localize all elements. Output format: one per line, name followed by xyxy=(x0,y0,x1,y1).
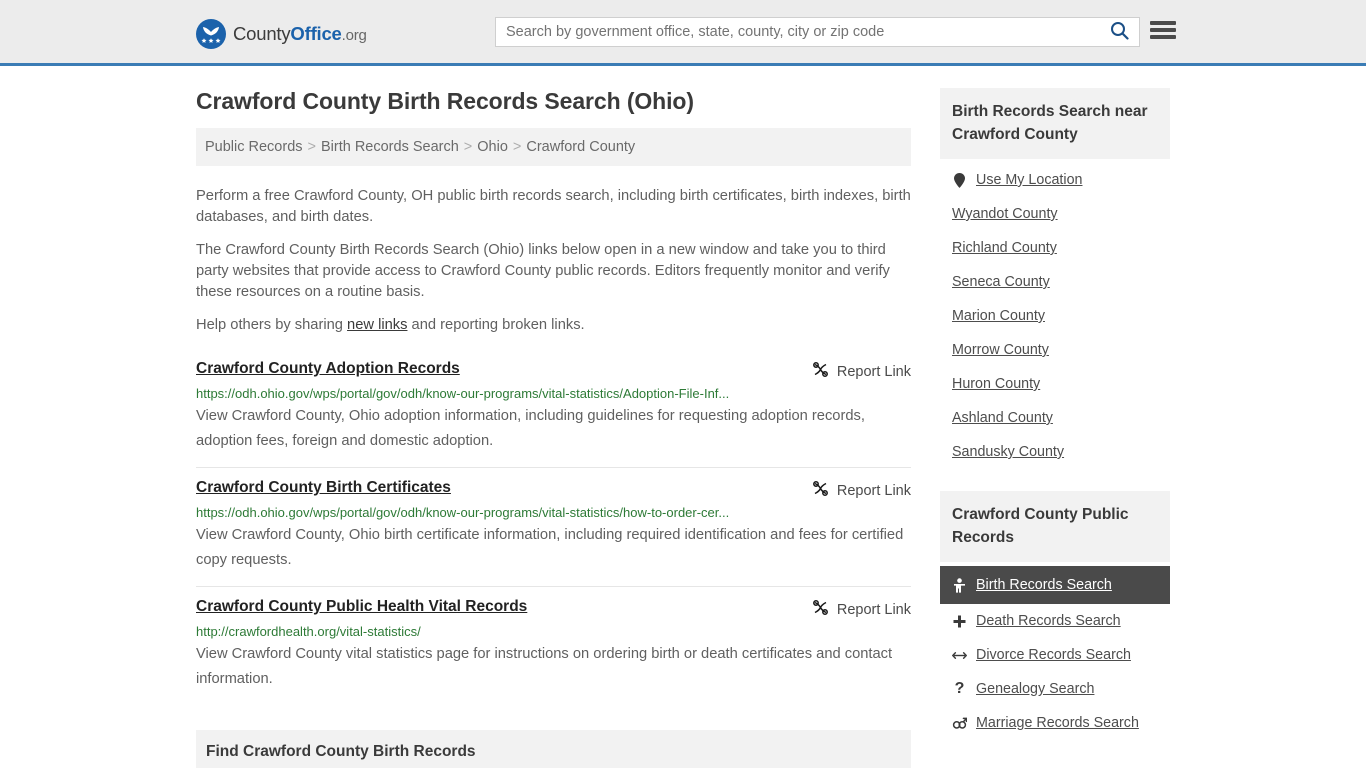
broken-link-icon xyxy=(812,599,829,620)
breadcrumb-item-crawford-county[interactable]: Crawford County xyxy=(526,139,635,155)
page-title: Crawford County Birth Records Search (Oh… xyxy=(196,88,694,114)
hamburger-menu-icon[interactable] xyxy=(1150,19,1176,41)
public-records-heading: Crawford County Public Records xyxy=(940,491,1170,562)
share-text-after: and reporting broken links. xyxy=(407,317,585,333)
report-link-button[interactable]: Report Link xyxy=(812,360,911,382)
sidebar-item-use-my-location[interactable]: Use My Location xyxy=(940,163,1170,197)
nearby-county-list: Use My Location Wyandot County Richland … xyxy=(940,159,1170,469)
report-link-label: Report Link xyxy=(836,601,911,618)
result-title-link[interactable]: Crawford County Birth Certificates xyxy=(196,479,451,497)
new-links-link[interactable]: new links xyxy=(347,317,407,333)
county-link[interactable]: Sandusky County xyxy=(952,444,1064,460)
infant-icon xyxy=(952,577,967,593)
search-button[interactable] xyxy=(1099,18,1139,46)
county-link[interactable]: Ashland County xyxy=(952,410,1053,426)
search-icon xyxy=(1110,21,1129,43)
result-item: Crawford County Birth Certificates Repor… xyxy=(196,467,911,586)
report-link-label: Report Link xyxy=(836,363,911,380)
result-title-link[interactable]: Crawford County Adoption Records xyxy=(196,360,460,378)
hamburger-bar xyxy=(1150,21,1176,25)
site-header: CountyOffice.org xyxy=(0,0,1366,66)
question-mark-icon: ? xyxy=(954,680,965,697)
report-link-button[interactable]: Report Link xyxy=(812,598,911,620)
intro-paragraph-1: Perform a free Crawford County, OH publi… xyxy=(196,188,911,225)
breadcrumb-separator: > xyxy=(512,139,522,155)
search-bar[interactable] xyxy=(495,17,1140,47)
logo-text-prefix: County xyxy=(233,23,291,44)
breadcrumb-item-birth-records-search[interactable]: Birth Records Search xyxy=(321,139,459,155)
sidebar-item-huron-county[interactable]: Huron County xyxy=(940,367,1170,401)
death-records-search-link[interactable]: Death Records Search xyxy=(976,613,1121,629)
sidebar-item-ashland-county[interactable]: Ashland County xyxy=(940,401,1170,435)
result-url: https://odh.ohio.gov/wps/portal/gov/odh/… xyxy=(196,505,730,520)
genealogy-search-link[interactable]: Genealogy Search xyxy=(976,681,1094,697)
sidebar-item-sandusky-county[interactable]: Sandusky County xyxy=(940,435,1170,469)
divorce-records-search-link[interactable]: Divorce Records Search xyxy=(976,647,1131,663)
search-input[interactable] xyxy=(496,18,1099,46)
county-office-emblem-icon xyxy=(196,19,226,49)
site-logo[interactable]: CountyOffice.org xyxy=(196,19,367,49)
county-link[interactable]: Richland County xyxy=(952,240,1057,256)
sidebar-item-birth-records-search[interactable]: Birth Records Search xyxy=(940,566,1170,604)
public-records-list: Birth Records Search Death Records Searc… xyxy=(940,562,1170,740)
logo-text-bold: Office xyxy=(290,23,342,44)
county-link[interactable]: Marion County xyxy=(952,308,1045,324)
use-my-location-link[interactable]: Use My Location xyxy=(976,172,1082,188)
main-content: Crawford County Birth Records Search (Oh… xyxy=(196,66,911,768)
page-container: Crawford County Birth Records Search (Oh… xyxy=(0,66,1366,768)
breadcrumb-separator: > xyxy=(463,139,473,155)
result-url: https://odh.ohio.gov/wps/portal/gov/odh/… xyxy=(196,386,730,401)
county-link[interactable]: Morrow County xyxy=(952,342,1049,358)
share-text-before: Help others by sharing xyxy=(196,317,348,333)
sidebar: Birth Records Search near Crawford Count… xyxy=(940,66,1170,740)
marriage-records-search-link[interactable]: Marriage Records Search xyxy=(976,715,1139,731)
broken-link-icon xyxy=(812,480,829,501)
hamburger-bar xyxy=(1150,35,1176,39)
sidebar-item-death-records-search[interactable]: Death Records Search xyxy=(940,604,1170,638)
result-description: View Crawford County, Ohio adoption info… xyxy=(196,408,865,449)
find-records-section: Find Crawford County Birth Records Crawf… xyxy=(196,730,911,768)
result-description: View Crawford County vital statistics pa… xyxy=(196,646,893,687)
hamburger-bar xyxy=(1150,28,1176,32)
broken-link-icon xyxy=(812,361,829,382)
public-records-card: Crawford County Public Records Birth Rec… xyxy=(940,491,1170,740)
breadcrumb-separator: > xyxy=(307,139,316,155)
result-description: View Crawford County, Ohio birth certifi… xyxy=(196,527,904,568)
birth-records-search-link[interactable]: Birth Records Search xyxy=(976,577,1112,593)
result-url: http://crawfordhealth.org/vital-statisti… xyxy=(196,624,421,639)
county-link[interactable]: Seneca County xyxy=(952,274,1050,290)
cross-icon xyxy=(952,615,967,628)
sidebar-item-seneca-county[interactable]: Seneca County xyxy=(940,265,1170,299)
map-pin-icon xyxy=(952,172,967,188)
breadcrumb: Public Records > Birth Records Search > Ohio… xyxy=(196,128,911,166)
intro-paragraph-3: Help others by sharing new links and rep… xyxy=(196,315,911,336)
report-link-button[interactable]: Report Link xyxy=(812,479,911,501)
breadcrumb-item-public-records[interactable]: Public Records xyxy=(205,139,303,155)
result-item: Crawford County Public Health Vital Reco… xyxy=(196,586,911,705)
result-title-link[interactable]: Crawford County Public Health Vital Reco… xyxy=(196,598,527,616)
sidebar-item-marriage-records-search[interactable]: Marriage Records Search xyxy=(940,706,1170,740)
sidebar-item-marion-county[interactable]: Marion County xyxy=(940,299,1170,333)
nearby-search-card: Birth Records Search near Crawford Count… xyxy=(940,88,1170,469)
sidebar-item-morrow-county[interactable]: Morrow County xyxy=(940,333,1170,367)
split-arrows-icon xyxy=(952,650,967,661)
sidebar-item-wyandot-county[interactable]: Wyandot County xyxy=(940,197,1170,231)
results-list: Crawford County Adoption Records Report … xyxy=(196,349,911,705)
result-item: Crawford County Adoption Records Report … xyxy=(196,349,911,467)
find-records-heading: Find Crawford County Birth Records xyxy=(196,730,911,768)
county-link[interactable]: Wyandot County xyxy=(952,206,1058,222)
breadcrumb-item-ohio[interactable]: Ohio xyxy=(477,139,508,155)
nearby-search-heading: Birth Records Search near Crawford Count… xyxy=(940,88,1170,159)
logo-text-tld: .org xyxy=(341,27,367,44)
sidebar-item-divorce-records-search[interactable]: Divorce Records Search xyxy=(940,638,1170,672)
county-link[interactable]: Huron County xyxy=(952,376,1040,392)
sidebar-item-genealogy-search[interactable]: ? Genealogy Search xyxy=(940,672,1170,706)
intro-paragraph-2: The Crawford County Birth Records Search… xyxy=(196,242,890,300)
gender-symbols-icon xyxy=(952,716,967,730)
sidebar-item-richland-county[interactable]: Richland County xyxy=(940,231,1170,265)
intro-text: Perform a free Crawford County, OH publi… xyxy=(196,166,911,336)
report-link-label: Report Link xyxy=(836,482,911,499)
site-logo-text: CountyOffice.org xyxy=(233,23,367,45)
